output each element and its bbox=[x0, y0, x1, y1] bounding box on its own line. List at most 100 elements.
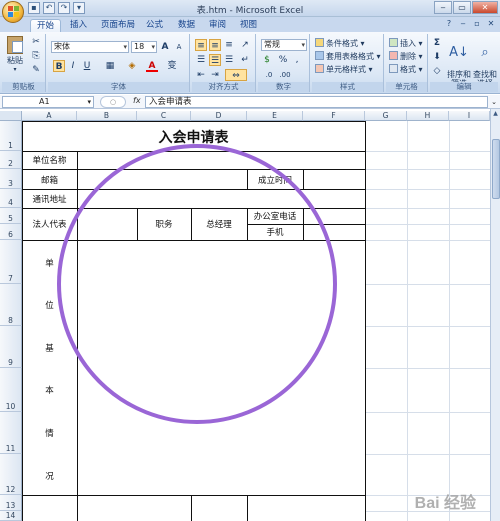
ribbon-minimize-icon[interactable]: ‒ bbox=[458, 19, 468, 29]
align-right-icon[interactable]: ☰ bbox=[223, 54, 235, 66]
font-size-select[interactable]: 18 ▾ bbox=[131, 41, 157, 53]
font-group: 宋体 ▾ 18 ▾ A A B I U ▦ ◈ A 变 字体 bbox=[48, 34, 190, 92]
row-header[interactable]: 13 bbox=[0, 495, 22, 511]
border-icon[interactable]: ▦ bbox=[104, 60, 116, 72]
percent-button[interactable]: % bbox=[277, 54, 289, 66]
tab-data[interactable]: 数据 bbox=[178, 19, 195, 32]
close-button[interactable]: ✕ bbox=[472, 1, 498, 14]
address-label[interactable]: 通讯地址 bbox=[22, 193, 77, 205]
delete-cells-button[interactable]: 删除 ▾ bbox=[389, 51, 423, 63]
office-button[interactable] bbox=[2, 1, 24, 23]
tab-view[interactable]: 视图 bbox=[240, 19, 257, 32]
table-icon bbox=[315, 51, 324, 60]
row-header[interactable]: 9 bbox=[0, 326, 22, 368]
insert-cells-button[interactable]: 插入 ▾ bbox=[389, 38, 423, 50]
increase-decimal-icon[interactable]: .0 bbox=[263, 69, 275, 81]
cut-icon[interactable]: ✂ bbox=[30, 36, 42, 48]
row-header[interactable]: 7 bbox=[0, 240, 22, 284]
currency-icon[interactable]: $ bbox=[261, 54, 273, 66]
tab-home[interactable]: 开始 bbox=[30, 19, 62, 32]
scroll-thumb[interactable] bbox=[492, 139, 500, 199]
col-header-f[interactable]: F bbox=[303, 111, 365, 121]
basic-info-char[interactable]: 本 bbox=[22, 384, 77, 396]
shrink-font-button[interactable]: A bbox=[173, 41, 185, 53]
font-color-button[interactable]: A bbox=[146, 60, 158, 72]
merge-center-icon[interactable]: ⇔ bbox=[225, 69, 247, 81]
col-header-c[interactable]: C bbox=[137, 111, 191, 121]
underline-button[interactable]: U bbox=[81, 60, 93, 72]
row-header[interactable]: 4 bbox=[0, 189, 22, 208]
formula-cancel-icon[interactable]: ○ bbox=[100, 96, 126, 108]
conditional-format-button[interactable]: 条件格式 ▾ bbox=[315, 38, 365, 50]
col-header-i[interactable]: I bbox=[449, 111, 490, 121]
tab-insert[interactable]: 插入 bbox=[70, 19, 87, 32]
chevron-down-icon: ▾ bbox=[123, 43, 127, 51]
basic-info-char[interactable]: 基 bbox=[22, 342, 77, 354]
unit-name-label[interactable]: 单位名称 bbox=[22, 154, 77, 166]
col-header-e[interactable]: E bbox=[247, 111, 303, 121]
row-header[interactable]: 3 bbox=[0, 169, 22, 189]
tab-page-layout[interactable]: 页面布局 bbox=[101, 19, 135, 32]
fill-icon[interactable]: ⬇ bbox=[431, 51, 443, 63]
tab-review[interactable]: 审阅 bbox=[209, 19, 226, 32]
decrease-indent-icon[interactable]: ⇤ bbox=[195, 69, 207, 81]
clear-icon[interactable]: ◇ bbox=[431, 65, 443, 77]
format-painter-icon[interactable]: ✎ bbox=[30, 64, 42, 76]
row-header[interactable]: 11 bbox=[0, 412, 22, 454]
row-header[interactable]: 6 bbox=[0, 224, 22, 240]
italic-button[interactable]: I bbox=[67, 60, 79, 72]
scroll-up-icon[interactable]: ▲ bbox=[491, 109, 500, 119]
delete-icon bbox=[389, 51, 398, 60]
copy-icon[interactable]: ⎘ bbox=[30, 50, 42, 62]
format-cells-button[interactable]: 格式 ▾ bbox=[389, 64, 423, 76]
expand-formula-icon[interactable]: ⌄ bbox=[489, 96, 499, 108]
tab-formulas[interactable]: 公式 bbox=[146, 19, 163, 32]
col-header-d[interactable]: D bbox=[191, 111, 247, 121]
row-header[interactable]: 10 bbox=[0, 368, 22, 412]
vertical-scrollbar[interactable]: ▲ bbox=[490, 109, 500, 521]
align-center-icon[interactable]: ☰ bbox=[209, 54, 221, 66]
minimize-button[interactable]: ‒ bbox=[434, 1, 452, 14]
bold-button[interactable]: B bbox=[53, 60, 65, 72]
paste-button[interactable]: 粘贴 ▾ bbox=[4, 36, 26, 73]
mailbox-label[interactable]: 邮箱 bbox=[22, 174, 77, 186]
increase-indent-icon[interactable]: ⇥ bbox=[209, 69, 221, 81]
wrap-text-icon[interactable]: ↵ bbox=[239, 54, 251, 66]
align-top-icon[interactable]: ≡ bbox=[195, 39, 207, 51]
cell-styles-button[interactable]: 单元格样式 ▾ bbox=[315, 64, 373, 76]
row-header[interactable]: 8 bbox=[0, 284, 22, 326]
row-header[interactable]: 12 bbox=[0, 454, 22, 495]
format-as-table-button[interactable]: 套用表格格式 ▾ bbox=[315, 51, 381, 63]
col-header-g[interactable]: G bbox=[365, 111, 407, 121]
fill-color-icon[interactable]: ◈ bbox=[126, 60, 138, 72]
autosum-button[interactable]: Σ bbox=[431, 37, 443, 49]
font-name-select[interactable]: 宋体 ▾ bbox=[51, 41, 129, 53]
row-header[interactable]: 1 bbox=[0, 121, 22, 151]
name-box[interactable]: A1 ▾ bbox=[2, 96, 94, 108]
insert-function-button[interactable]: fx bbox=[133, 96, 141, 105]
comma-button[interactable]: , bbox=[291, 54, 303, 66]
formula-input[interactable]: 入会申请表 bbox=[145, 96, 488, 108]
phonetic-button[interactable]: 变 bbox=[166, 60, 178, 72]
row-header[interactable]: 2 bbox=[0, 151, 22, 169]
help-icon[interactable]: ? bbox=[444, 19, 454, 29]
align-left-icon[interactable]: ☰ bbox=[195, 54, 207, 66]
decrease-decimal-icon[interactable]: .00 bbox=[279, 69, 291, 81]
basic-info-char[interactable]: 情 bbox=[22, 427, 77, 439]
maximize-button[interactable]: ▭ bbox=[453, 1, 471, 14]
select-all-corner[interactable] bbox=[0, 111, 22, 121]
orientation-icon[interactable]: ↗ bbox=[239, 39, 251, 51]
col-header-h[interactable]: H bbox=[407, 111, 449, 121]
grow-font-button[interactable]: A bbox=[159, 41, 171, 53]
number-format-select[interactable]: 常规 ▾ bbox=[261, 39, 307, 51]
worksheet-grid[interactable]: 入会申请表 单位名称 邮箱 成立时间 通讯地址 法人代表 职务 总经理 办公室电… bbox=[22, 121, 490, 521]
ribbon-restore-icon[interactable]: ▫ bbox=[472, 19, 482, 29]
basic-info-char[interactable]: 况 bbox=[22, 470, 77, 482]
align-middle-icon[interactable]: ≡ bbox=[209, 39, 221, 51]
row-header[interactable]: 5 bbox=[0, 208, 22, 224]
align-bottom-icon[interactable]: ≡ bbox=[223, 39, 235, 51]
col-header-a[interactable]: A bbox=[22, 111, 77, 121]
row-header[interactable]: 14 bbox=[0, 511, 22, 521]
col-header-b[interactable]: B bbox=[77, 111, 137, 121]
ribbon-close-icon[interactable]: ✕ bbox=[486, 19, 496, 29]
